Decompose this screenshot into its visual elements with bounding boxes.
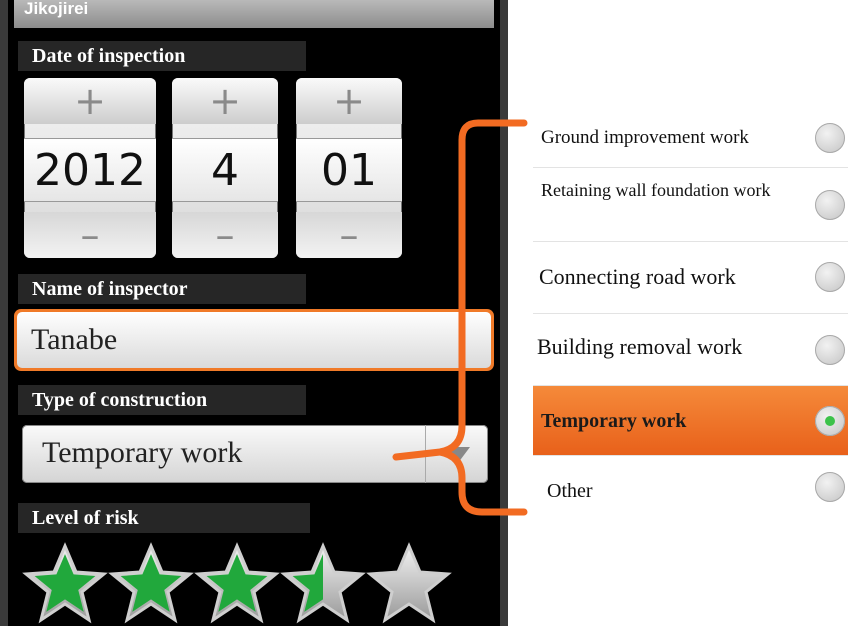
radio-button[interactable] [815, 123, 845, 153]
day-value[interactable]: 01 [296, 138, 402, 202]
construction-option[interactable]: Retaining wall foundation work [533, 168, 848, 242]
year-decrement-button[interactable]: – [24, 212, 156, 258]
list-divider [533, 455, 848, 456]
star-icon[interactable] [366, 540, 452, 626]
construction-option[interactable]: Connecting road work [533, 242, 848, 312]
construction-option[interactable]: Temporary work [533, 386, 848, 456]
construction-option[interactable]: Ground improvement work [533, 112, 848, 164]
day-increment-button[interactable]: + [296, 78, 402, 124]
radio-button[interactable] [815, 406, 845, 436]
construction-option-label: Temporary work [541, 410, 687, 432]
phone-bezel-right [500, 0, 508, 626]
construction-section-label: Type of construction [18, 385, 306, 415]
phone-bezel-left [0, 0, 8, 626]
star-icon[interactable] [22, 540, 108, 626]
inspector-name-field[interactable]: Tanabe [14, 309, 494, 371]
risk-section-label: Level of risk [18, 503, 310, 533]
radio-button[interactable] [815, 472, 845, 502]
inspector-section-label: Name of inspector [18, 274, 306, 304]
risk-rating-bar[interactable] [22, 540, 452, 626]
year-picker: + 2012 – [24, 78, 156, 258]
construction-option-label: Other [533, 456, 809, 526]
list-divider [533, 313, 848, 314]
construction-option-label: Building removal work [533, 314, 809, 386]
date-section-label: Date of inspection [18, 41, 306, 71]
month-decrement-button[interactable]: – [172, 212, 278, 258]
star-icon[interactable] [108, 540, 194, 626]
construction-option-label: Retaining wall foundation work [533, 168, 809, 242]
list-divider [533, 241, 848, 242]
radio-button[interactable] [815, 262, 845, 292]
month-picker: + 4 – [172, 78, 278, 258]
year-value[interactable]: 2012 [24, 138, 156, 202]
construction-type-value: Temporary work [42, 436, 243, 469]
month-increment-button[interactable]: + [172, 78, 278, 124]
construction-option[interactable]: Other [533, 456, 848, 526]
radio-selected-dot [825, 416, 835, 426]
app-title-bar: Jikojirei [14, 0, 494, 28]
month-value[interactable]: 4 [172, 138, 278, 202]
radio-button[interactable] [815, 335, 845, 365]
day-picker: + 01 – [296, 78, 402, 258]
phone-screen: Jikojirei Date of inspection + 2012 – + … [0, 0, 508, 626]
star-icon[interactable] [280, 540, 366, 626]
construction-type-list: Ground improvement work Retaining wall fo… [533, 112, 848, 526]
construction-type-spinner[interactable]: Temporary work [22, 425, 488, 483]
construction-option[interactable]: Building removal work [533, 314, 848, 386]
day-decrement-button[interactable]: – [296, 212, 402, 258]
construction-option-label: Ground improvement work [533, 112, 809, 164]
inspector-name-value[interactable]: Tanabe [17, 312, 491, 368]
year-increment-button[interactable]: + [24, 78, 156, 124]
construction-option-label: Connecting road work [533, 242, 809, 312]
list-divider [533, 167, 848, 168]
radio-button[interactable] [815, 190, 845, 220]
star-icon[interactable] [194, 540, 280, 626]
list-divider [533, 385, 848, 386]
dropdown-arrow-icon[interactable] [425, 425, 488, 483]
